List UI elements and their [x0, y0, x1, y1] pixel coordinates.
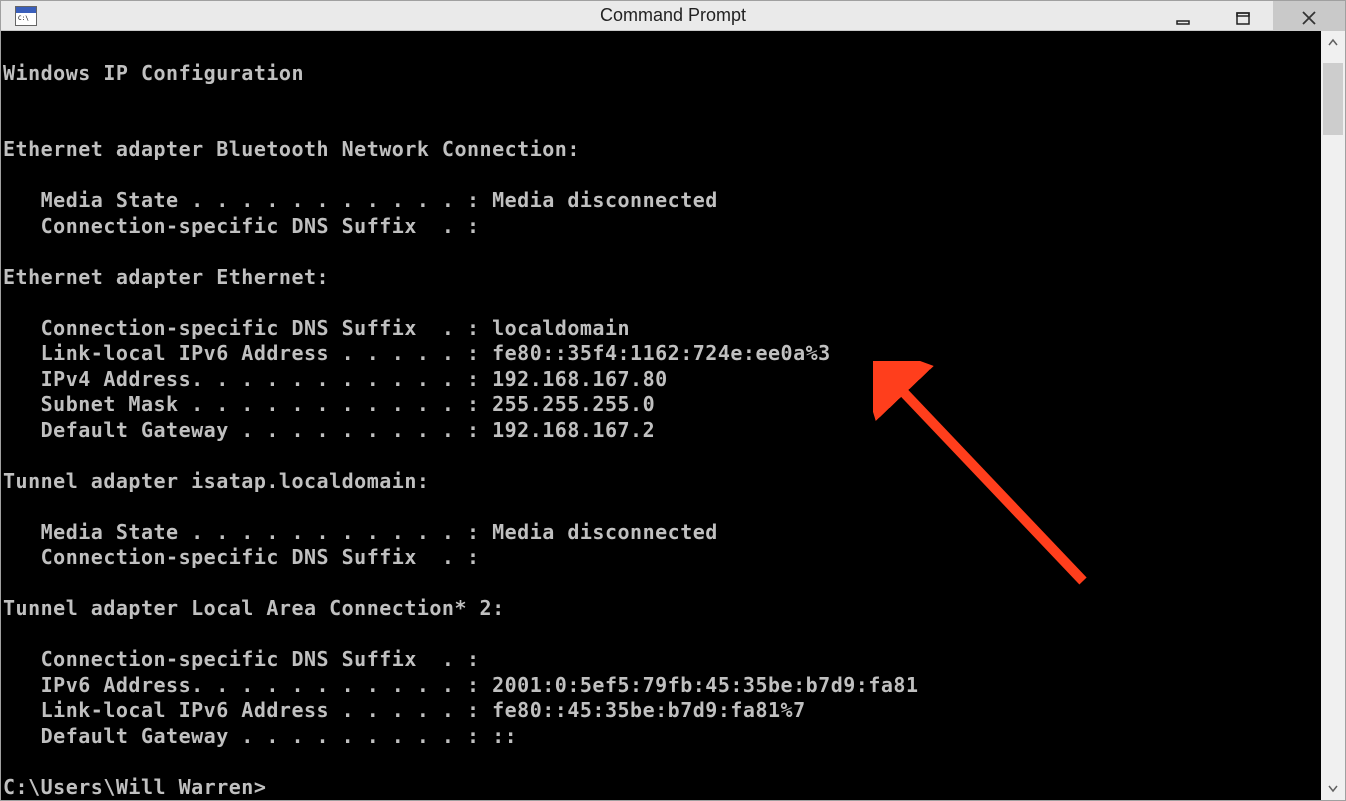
window-title: Command Prompt	[600, 5, 746, 26]
console-line	[3, 290, 1321, 316]
console-line: C:\Users\Will Warren>	[3, 775, 1321, 801]
console-line: Connection-specific DNS Suffix . :	[3, 647, 1321, 673]
chevron-down-icon	[1328, 783, 1338, 793]
console-line	[3, 749, 1321, 775]
console-line	[3, 622, 1321, 648]
console-area: Windows IP Configuration Ethernet adapter…	[1, 31, 1345, 800]
minimize-icon	[1176, 11, 1190, 25]
titlebar[interactable]: Command Prompt	[1, 1, 1345, 31]
console-line: Tunnel adapter isatap.localdomain:	[3, 469, 1321, 495]
console-line	[3, 112, 1321, 138]
console-line: Link-local IPv6 Address . . . . . : fe80…	[3, 698, 1321, 724]
console-output[interactable]: Windows IP Configuration Ethernet adapter…	[1, 31, 1321, 800]
console-line: Subnet Mask . . . . . . . . . . . : 255.…	[3, 392, 1321, 418]
vertical-scrollbar[interactable]	[1321, 31, 1345, 800]
console-line: Ethernet adapter Bluetooth Network Conne…	[3, 137, 1321, 163]
console-line	[3, 239, 1321, 265]
console-line: IPv4 Address. . . . . . . . . . . : 192.…	[3, 367, 1321, 393]
command-prompt-window: Command Prompt Windows IP Co	[0, 0, 1346, 801]
chevron-up-icon	[1328, 38, 1338, 48]
console-line: Media State . . . . . . . . . . . : Medi…	[3, 188, 1321, 214]
scrollbar-thumb[interactable]	[1323, 63, 1343, 135]
close-button[interactable]	[1273, 1, 1345, 35]
maximize-icon	[1236, 11, 1250, 25]
console-line: Windows IP Configuration	[3, 61, 1321, 87]
scrollbar-down-button[interactable]	[1321, 776, 1345, 800]
app-icon	[15, 6, 37, 26]
console-line	[3, 571, 1321, 597]
console-line	[3, 494, 1321, 520]
console-line: Link-local IPv6 Address . . . . . : fe80…	[3, 341, 1321, 367]
window-controls	[1153, 1, 1345, 35]
console-line: Ethernet adapter Ethernet:	[3, 265, 1321, 291]
console-line: Connection-specific DNS Suffix . :	[3, 214, 1321, 240]
close-icon	[1301, 10, 1317, 26]
console-line: Tunnel adapter Local Area Connection* 2:	[3, 596, 1321, 622]
console-line: Default Gateway . . . . . . . . . : 192.…	[3, 418, 1321, 444]
console-line: Media State . . . . . . . . . . . : Medi…	[3, 520, 1321, 546]
console-line	[3, 35, 1321, 61]
console-line: Connection-specific DNS Suffix . :	[3, 545, 1321, 571]
console-line: IPv6 Address. . . . . . . . . . . : 2001…	[3, 673, 1321, 699]
minimize-button[interactable]	[1153, 1, 1213, 35]
console-line	[3, 86, 1321, 112]
console-line	[3, 443, 1321, 469]
console-line: Connection-specific DNS Suffix . : local…	[3, 316, 1321, 342]
console-line: Default Gateway . . . . . . . . . : ::	[3, 724, 1321, 750]
console-line	[3, 163, 1321, 189]
scrollbar-track[interactable]	[1321, 55, 1345, 776]
maximize-button[interactable]	[1213, 1, 1273, 35]
scrollbar-up-button[interactable]	[1321, 31, 1345, 55]
